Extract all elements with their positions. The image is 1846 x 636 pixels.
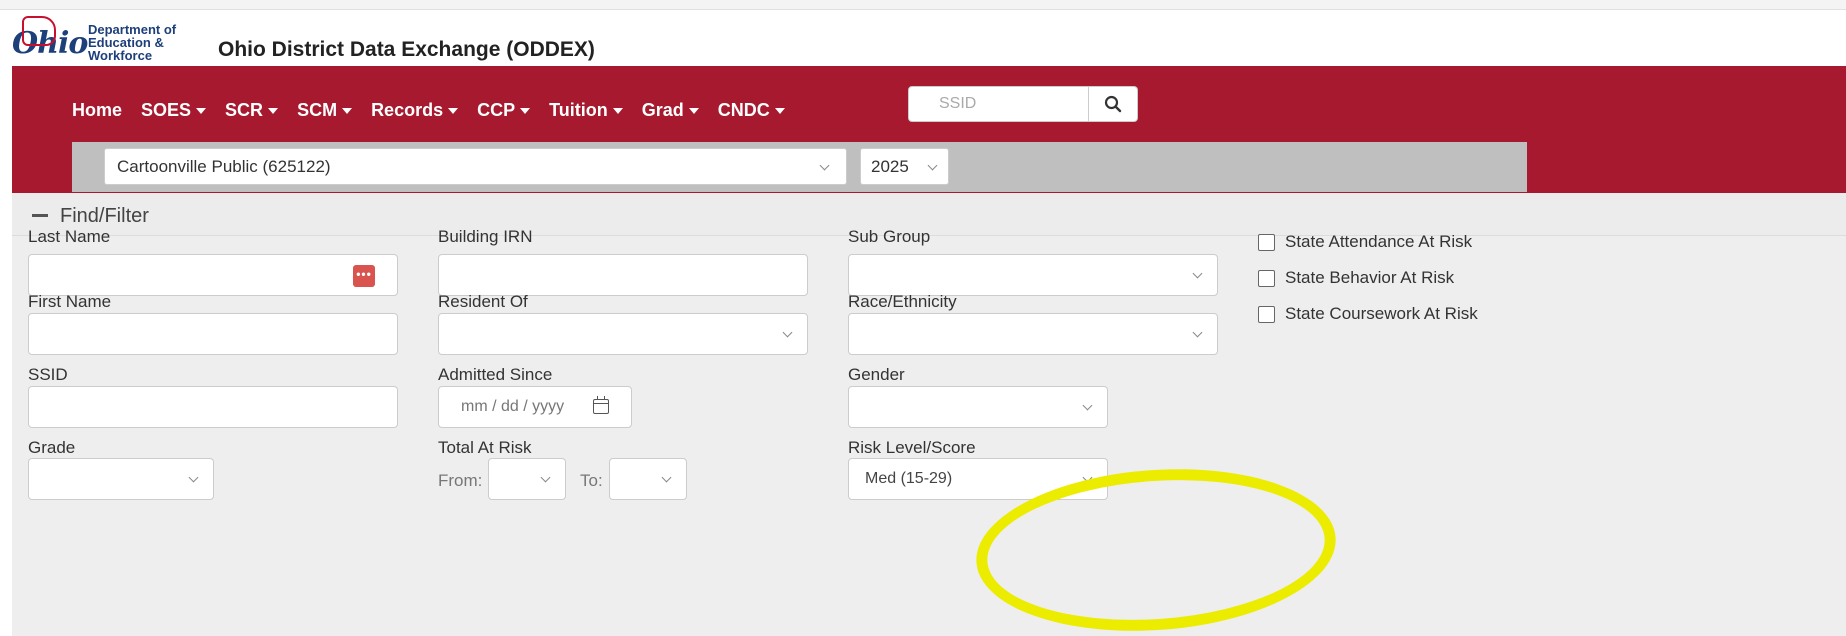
ohio-state-outline-icon — [22, 16, 56, 46]
state-coursework-label: State Coursework At Risk — [1285, 304, 1478, 323]
nav-item-cndc[interactable]: CNDC — [718, 100, 785, 121]
nav-item-label: SOES — [141, 100, 192, 120]
risk-level-label: Risk Level/Score — [848, 438, 976, 457]
resident-of-label: Resident Of — [438, 292, 528, 311]
gender-select[interactable] — [848, 386, 1108, 428]
resident-of-select[interactable] — [438, 313, 808, 355]
total-at-risk-label: Total At Risk — [438, 438, 532, 457]
chevron-down-icon — [782, 327, 793, 338]
browser-top-strip — [0, 0, 1846, 10]
chevron-down-icon — [1082, 400, 1093, 411]
state-attendance-label: State Attendance At Risk — [1285, 232, 1473, 251]
grade-select[interactable] — [28, 458, 214, 500]
find-filter-panel: Last Name ••• First Name SSID Grade Buil… — [12, 227, 1846, 636]
building-irn-field[interactable] — [438, 254, 808, 296]
context-selector-bar: Cartoonville Public (625122) 2025 — [72, 142, 1527, 192]
chevron-down-icon — [1082, 472, 1093, 483]
nav-item-label: Home — [72, 100, 123, 120]
nav-item-home[interactable]: Home — [72, 100, 122, 121]
district-select[interactable]: Cartoonville Public (625122) — [104, 148, 847, 185]
grade-label: Grade — [28, 438, 76, 457]
ohio-logo[interactable]: Ohio — [12, 16, 88, 61]
year-select[interactable]: 2025 — [860, 148, 949, 185]
state-behavior-checkbox[interactable] — [1258, 269, 1275, 287]
nav-item-label: CNDC — [717, 100, 770, 120]
department-name: Department of Education & Workforce — [88, 23, 176, 62]
nav-item-soes[interactable]: SOES — [141, 100, 207, 121]
nav-item-label: CCP — [477, 100, 516, 120]
admitted-since-label: Admitted Since — [438, 365, 553, 384]
chevron-down-icon — [540, 472, 551, 483]
state-behavior-checkbox-row[interactable]: State Behavior At Risk — [1258, 268, 1454, 288]
state-coursework-checkbox-row[interactable]: State Coursework At Risk — [1258, 304, 1478, 324]
state-attendance-checkbox-row[interactable]: State Attendance At Risk — [1258, 232, 1472, 252]
sub-group-label: Sub Group — [848, 227, 931, 246]
chevron-down-icon — [188, 472, 199, 483]
main-navigation-bar: Home SOES SCR SCM Records CCP Tuition Grad CNDC … — [12, 66, 1846, 193]
total-at-risk-to-select[interactable] — [609, 458, 687, 500]
nav-item-tuition[interactable]: Tuition — [549, 100, 623, 121]
nav-menu: Home SOES SCR SCM Records CCP Tuition Grad CNDC — [72, 100, 804, 121]
app-header: Ohio Department of Education & Workforce… — [0, 10, 1846, 66]
caret-down-icon — [448, 108, 459, 115]
department-line-3: Workforce — [88, 48, 153, 63]
ssid-search-input[interactable] — [908, 86, 1089, 122]
chevron-down-icon — [1192, 327, 1203, 338]
year-select-value: 2025 — [871, 157, 909, 176]
admitted-since-date-input[interactable]: mm / dd / yyyy — [438, 386, 632, 428]
ssid-search-button[interactable] — [1089, 86, 1138, 122]
ssid-field[interactable] — [28, 386, 398, 428]
last-name-label: Last Name — [28, 227, 111, 246]
ssid-label: SSID — [28, 365, 68, 384]
find-filter-title: Find/Filter — [60, 205, 149, 227]
gender-label: Gender — [848, 365, 905, 384]
date-placeholder: mm / dd / yyyy — [461, 398, 565, 415]
caret-down-icon — [196, 108, 207, 115]
caret-down-icon — [268, 108, 279, 115]
nav-item-label: SCM — [297, 100, 338, 120]
caret-down-icon — [774, 108, 785, 115]
caret-down-icon — [612, 108, 623, 115]
calendar-icon[interactable] — [593, 396, 609, 414]
nav-item-label: Records — [371, 100, 444, 120]
last-name-field[interactable]: ••• — [28, 254, 398, 296]
risk-level-select[interactable]: Med (15-29) — [848, 458, 1108, 500]
nav-item-scr[interactable]: SCR — [225, 100, 279, 121]
chevron-down-icon — [819, 160, 830, 171]
nav-item-label: Tuition — [549, 100, 608, 120]
nav-item-grad[interactable]: Grad — [642, 100, 699, 121]
caret-down-icon — [520, 108, 531, 115]
district-select-value: Cartoonville Public (625122) — [117, 157, 331, 176]
nav-item-scm[interactable]: SCM — [297, 100, 353, 121]
nav-item-label: Grad — [641, 100, 684, 120]
total-at-risk-from-select[interactable] — [488, 458, 566, 500]
caret-down-icon — [688, 108, 699, 115]
first-name-field[interactable] — [28, 313, 398, 355]
from-label: From: — [438, 471, 483, 490]
state-coursework-checkbox[interactable] — [1258, 305, 1275, 323]
first-name-label: First Name — [28, 292, 112, 311]
collapse-minus-icon — [32, 214, 48, 217]
race-ethnicity-label: Race/Ethnicity — [848, 292, 957, 311]
race-ethnicity-select[interactable] — [848, 313, 1218, 355]
caret-down-icon — [342, 108, 353, 115]
nav-item-records[interactable]: Records — [371, 100, 459, 121]
risk-level-value: Med (15-29) — [865, 470, 953, 487]
ssid-search — [908, 86, 1138, 122]
nav-item-label: SCR — [225, 100, 264, 120]
chevron-down-icon — [927, 160, 938, 171]
chevron-down-icon — [661, 472, 672, 483]
building-irn-label: Building IRN — [438, 227, 533, 246]
state-behavior-label: State Behavior At Risk — [1285, 268, 1455, 287]
nav-item-ccp[interactable]: CCP — [477, 100, 531, 121]
more-options-icon[interactable]: ••• — [353, 265, 375, 287]
sub-group-select[interactable] — [848, 254, 1218, 296]
app-title: Ohio District Data Exchange (ODDEX) — [218, 38, 595, 61]
chevron-down-icon — [1192, 268, 1203, 279]
to-label: To: — [580, 471, 603, 490]
state-attendance-checkbox[interactable] — [1258, 233, 1275, 251]
search-icon — [1104, 95, 1122, 113]
